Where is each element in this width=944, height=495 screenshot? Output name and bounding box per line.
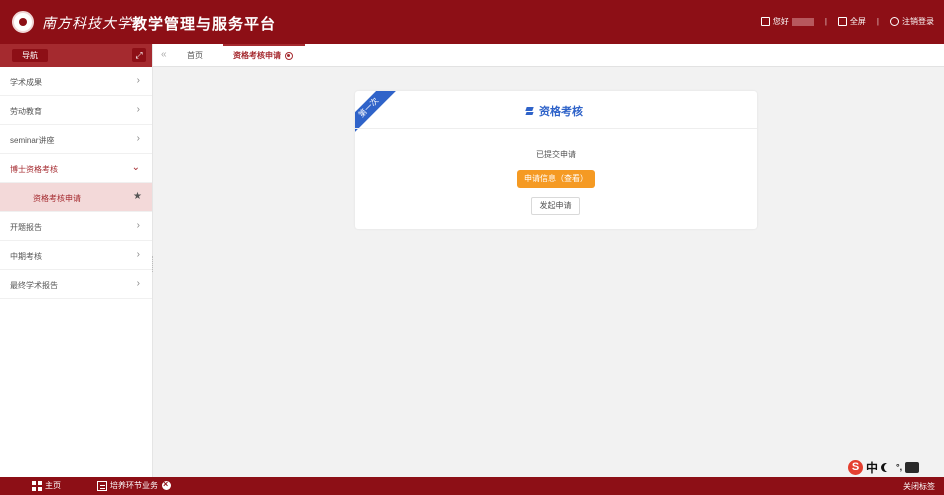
power-icon	[890, 17, 899, 27]
tab-home[interactable]: 首页	[187, 44, 203, 67]
user-profile-icon	[760, 17, 770, 27]
skin-icon	[905, 461, 920, 473]
tab-qualification-application[interactable]: 资格考核申请	[223, 44, 305, 67]
submit-application-button[interactable]: 发起申请	[531, 197, 580, 215]
platform-title: 教学管理与服务平台	[132, 16, 277, 33]
punctuation-icon: °,	[896, 462, 903, 472]
user-greeting[interactable]: 您好	[760, 16, 814, 27]
sidebar-item-seminar[interactable]: seminar讲座 ›	[0, 125, 152, 154]
expand-icon[interactable]: ⤢	[132, 48, 146, 62]
sidebar-item-label: seminar讲座	[10, 136, 55, 145]
sidebar-item-label: 中期考核	[10, 252, 42, 261]
close-tabs-button[interactable]: 关闭标签	[903, 481, 935, 492]
separator: |	[876, 17, 879, 26]
layers-icon	[525, 107, 534, 116]
close-tab-icon[interactable]	[285, 51, 293, 60]
application-status: 已提交申请	[536, 150, 576, 159]
ime-toolbar[interactable]: S 中 °,	[848, 457, 936, 477]
moon-icon	[884, 463, 893, 472]
chevron-right-icon: ›	[136, 133, 140, 144]
ime-mode: 中	[866, 460, 879, 475]
chevron-right-icon: ›	[136, 104, 140, 115]
sidebar-item-phd-qualification[interactable]: 博士资格考核 ⌄	[0, 154, 152, 183]
logout-button[interactable]: 注销登录	[890, 16, 934, 27]
chevron-right-icon: ›	[136, 75, 140, 86]
sidebar-item-label: 学术成果	[10, 78, 42, 87]
chevron-right-icon: ›	[136, 220, 140, 231]
separator: |	[824, 17, 827, 26]
qualification-card: 第一次 资格考核 已提交申请 申请信息（查看） 发起申请	[355, 91, 757, 229]
card-title: 资格考核	[525, 103, 583, 119]
nav-label: 导航	[12, 49, 48, 62]
collapse-sidebar-icon[interactable]: «	[161, 49, 167, 60]
fullscreen-icon	[837, 17, 847, 27]
top-header: 南方科技大学 教学管理与服务平台 您好 | 全屏 | 注销登录	[0, 0, 944, 44]
sidebar-header: 导航 ⤢	[0, 44, 152, 67]
sidebar-item-label: 博士资格考核	[10, 165, 58, 174]
sidebar: 导航 ⤢ 学术成果 › 劳动教育 › seminar讲座 › 博士资格考核 ⌄ 资格考核…	[0, 44, 153, 477]
sidebar-item-midterm-review[interactable]: 中期考核 ›	[0, 241, 152, 270]
tab-bar: « 首页 资格考核申请	[153, 44, 944, 67]
sidebar-item-label: 劳动教育	[10, 107, 42, 116]
fullscreen-button[interactable]: 全屏	[837, 16, 866, 27]
sidebar-subitem-qualification-application[interactable]: 资格考核申请 ★	[0, 183, 152, 212]
home-button[interactable]: 主页	[32, 480, 61, 491]
university-seal-logo	[12, 11, 34, 33]
grid-icon	[32, 480, 42, 491]
username-redacted	[791, 17, 814, 26]
star-icon[interactable]: ★	[133, 191, 142, 202]
sidebar-item-label: 最终学术报告	[10, 281, 58, 290]
sogou-logo-icon: S	[848, 459, 863, 475]
view-application-info-button[interactable]: 申请信息（查看）	[517, 170, 595, 188]
university-name: 南方科技大学	[42, 16, 132, 32]
card-header: 资格考核	[355, 91, 757, 129]
sidebar-item-label: 资格考核申请	[33, 194, 81, 203]
chevron-down-icon: ⌄	[131, 162, 140, 173]
sidebar-item-proposal-report[interactable]: 开题报告 ›	[0, 212, 152, 241]
tab-label: 资格考核申请	[233, 51, 281, 60]
chevron-right-icon: ›	[136, 249, 140, 260]
close-icon[interactable]	[162, 479, 171, 490]
chevron-right-icon: ›	[136, 278, 140, 289]
bottom-taskbar: 主页 培养环节业务 关闭标签	[0, 477, 944, 495]
header-actions: 您好 | 全屏 | 注销登录	[760, 16, 934, 27]
main-content: 第一次 资格考核 已提交申请 申请信息（查看） 发起申请	[153, 67, 944, 477]
sidebar-item-label: 开题报告	[10, 223, 42, 232]
form-icon	[97, 480, 107, 491]
sidebar-item-final-report[interactable]: 最终学术报告 ›	[0, 270, 152, 299]
business-window-tab[interactable]: 培养环节业务	[97, 479, 171, 491]
sidebar-item-academic-results[interactable]: 学术成果 ›	[0, 67, 152, 96]
sidebar-item-labor-education[interactable]: 劳动教育 ›	[0, 96, 152, 125]
